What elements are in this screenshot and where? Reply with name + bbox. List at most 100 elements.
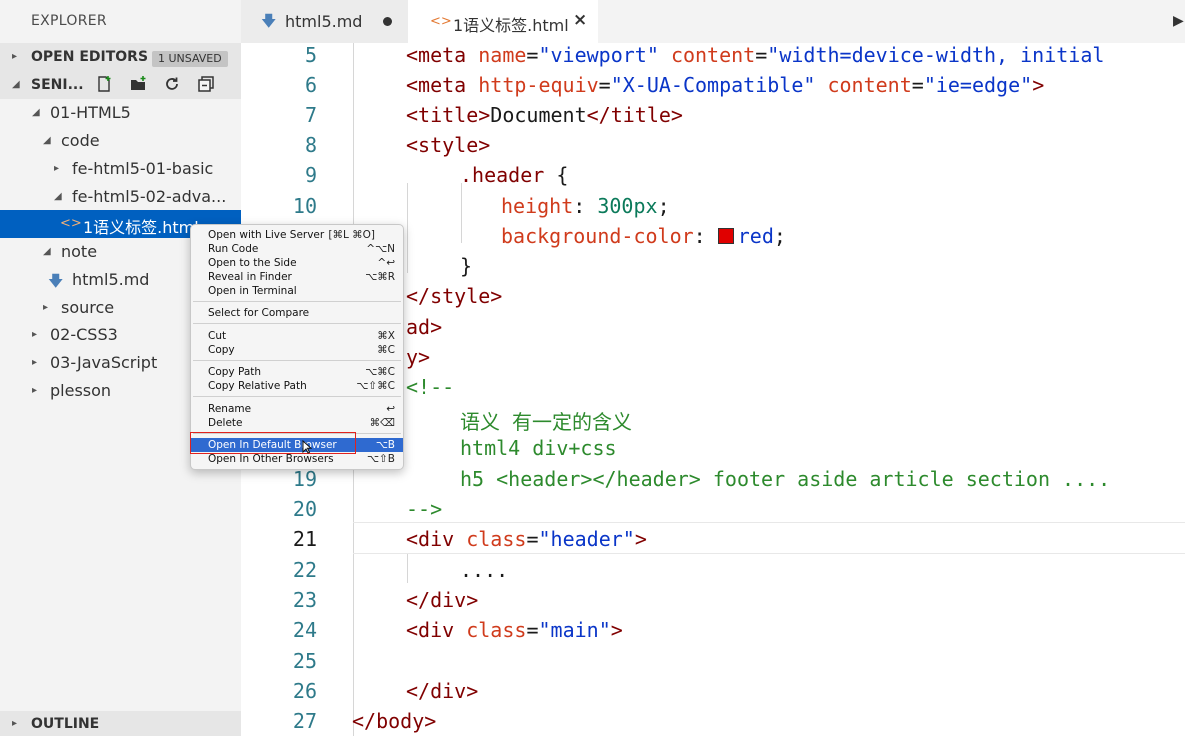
code-line: html4 div+css xyxy=(460,436,617,460)
indent-guide xyxy=(407,553,408,583)
tree-folder-fe-html5-02-advanced[interactable]: ◢ fe-html5-02-adva... xyxy=(0,183,241,211)
explorer-actions xyxy=(94,75,225,95)
tree-folder-01-html5[interactable]: ◢ 01-HTML5 xyxy=(0,99,241,127)
menu-item-delete[interactable]: Delete ⌘⌫ xyxy=(191,416,403,430)
tree-item-label: fe-html5-02-adva... xyxy=(72,187,227,206)
unsaved-dot-icon[interactable] xyxy=(383,17,392,26)
code-line: </div> xyxy=(406,679,479,703)
markdown-file-icon: 🡇 xyxy=(261,12,277,30)
markdown-file-icon: 🡇 xyxy=(48,272,64,290)
tree-item-label: 01-HTML5 xyxy=(50,103,131,122)
chevron-right-icon: ▸ xyxy=(43,302,49,313)
line-number: 24 xyxy=(292,618,317,642)
color-swatch-icon[interactable] xyxy=(717,228,734,244)
code-line: .header { xyxy=(460,163,569,187)
menu-separator xyxy=(193,396,401,397)
chevron-down-icon: ◢ xyxy=(12,79,20,90)
line-number: 7 xyxy=(304,103,317,127)
editor-tab-bar: 🡇 html5.md <> 1语义标签.html × ▶ xyxy=(241,0,1185,43)
code-line: <div class="header"> xyxy=(406,527,647,551)
open-editors-section[interactable]: ▸ OPEN EDITORS 1 UNSAVED xyxy=(0,43,241,71)
line-number: 8 xyxy=(304,133,317,157)
line-number: 23 xyxy=(292,588,317,612)
code-line: h5 <header></header> footer aside articl… xyxy=(460,467,1111,491)
code-line: <meta http-equiv="X-UA-Compatible" conte… xyxy=(406,73,1045,97)
chevron-right-icon: ▸ xyxy=(12,718,18,729)
tab-label: html5.md xyxy=(285,12,363,31)
chevron-right-icon: ▸ xyxy=(12,51,18,62)
line-number: 10 xyxy=(292,194,317,218)
code-line: <meta name="viewport" content="width=dev… xyxy=(406,43,1105,67)
open-editors-label: OPEN EDITORS xyxy=(31,49,149,65)
line-number: 6 xyxy=(304,73,317,97)
line-number: 9 xyxy=(304,163,317,187)
refresh-icon[interactable] xyxy=(162,75,182,95)
outline-section[interactable]: ▸ OUTLINE xyxy=(0,711,241,736)
outline-label: OUTLINE xyxy=(31,716,100,732)
html-file-icon: <> xyxy=(60,216,82,231)
code-line: </div> xyxy=(406,588,479,612)
line-number: 5 xyxy=(304,43,317,67)
chevron-right-icon: ▸ xyxy=(54,163,60,174)
menu-item-copy-relative-path[interactable]: Copy Relative Path ⌥⇧⌘C xyxy=(191,379,403,393)
line-number: 19 xyxy=(292,467,317,491)
chevron-down-icon: ◢ xyxy=(43,246,51,257)
tab-label: 1语义标签.html xyxy=(453,16,569,35)
html-file-icon: <> xyxy=(430,14,452,29)
tree-item-label: html5.md xyxy=(72,270,150,289)
menu-item-rename[interactable]: Rename ↩ xyxy=(191,402,403,416)
menu-item-open-with-live-server[interactable]: Open with Live Server [⌘L ⌘O] xyxy=(191,228,403,242)
menu-item-open-in-other-browsers[interactable]: Open In Other Browsers ⌥⇧B xyxy=(191,452,403,466)
tree-item-label: 03-JavaScript xyxy=(50,353,158,372)
explorer-title: EXPLORER xyxy=(31,13,107,29)
indent-guide xyxy=(407,183,408,273)
menu-item-cut[interactable]: Cut ⌘X xyxy=(191,329,403,343)
line-number: 22 xyxy=(292,558,317,582)
menu-item-reveal-in-finder[interactable]: Reveal in Finder ⌥⌘R xyxy=(191,270,403,284)
tab-semantic-tags-html[interactable]: <> 1语义标签.html × xyxy=(408,0,598,43)
menu-item-run-code[interactable]: Run Code ^⌥N xyxy=(191,242,403,256)
tree-folder-fe-html5-01-basic[interactable]: ▸ fe-html5-01-basic xyxy=(0,155,241,183)
code-line: <!-- xyxy=(406,375,455,399)
chevron-down-icon: ◢ xyxy=(54,191,62,202)
code-line: background-color: red; xyxy=(501,224,786,248)
line-number: 20 xyxy=(292,497,317,521)
tree-item-label: code xyxy=(61,131,100,150)
chevron-right-icon: ▸ xyxy=(32,357,38,368)
close-icon[interactable]: × xyxy=(573,10,587,30)
code-line: height: 300px; xyxy=(501,194,670,218)
code-line: <style> xyxy=(406,133,491,157)
code-line: ad> xyxy=(406,315,443,339)
chevron-down-icon: ◢ xyxy=(43,135,51,146)
tab-html5-md[interactable]: 🡇 html5.md xyxy=(241,0,408,43)
code-line: <title>Document</title> xyxy=(406,103,683,127)
code-line: .... xyxy=(460,558,509,582)
menu-item-select-for-compare[interactable]: Select for Compare xyxy=(191,306,403,320)
menu-separator xyxy=(193,301,401,302)
menu-item-copy-path[interactable]: Copy Path ⌥⌘C xyxy=(191,365,403,379)
code-line: } xyxy=(460,254,473,278)
project-section[interactable]: ◢ SENI... xyxy=(0,71,241,99)
menu-item-copy[interactable]: Copy ⌘C xyxy=(191,343,403,357)
unsaved-badge: 1 UNSAVED xyxy=(152,51,228,67)
chevron-right-icon: ▸ xyxy=(32,385,38,396)
new-folder-icon[interactable] xyxy=(128,75,148,95)
new-file-icon[interactable] xyxy=(94,75,114,95)
tree-item-label: plesson xyxy=(50,381,112,400)
tree-folder-code[interactable]: ◢ code xyxy=(0,127,241,155)
line-number: 26 xyxy=(292,679,317,703)
chevron-down-icon: ◢ xyxy=(32,107,40,118)
line-number: 25 xyxy=(292,649,317,673)
tree-item-label: fe-html5-01-basic xyxy=(72,159,214,178)
collapse-all-icon[interactable] xyxy=(196,75,216,95)
menu-item-open-in-terminal[interactable]: Open in Terminal xyxy=(191,284,403,298)
line-number: 27 xyxy=(292,709,317,733)
indent-guide xyxy=(461,183,462,243)
code-line: </style> xyxy=(406,284,503,308)
annotation-highlight-box xyxy=(190,432,356,454)
mouse-cursor-icon xyxy=(302,439,313,458)
code-line: y> xyxy=(406,345,431,369)
menu-item-open-to-the-side[interactable]: Open to the Side ^↩ xyxy=(191,256,403,270)
run-icon[interactable]: ▶ xyxy=(1173,13,1184,29)
tree-item-label: 1语义标签.html xyxy=(83,218,199,237)
